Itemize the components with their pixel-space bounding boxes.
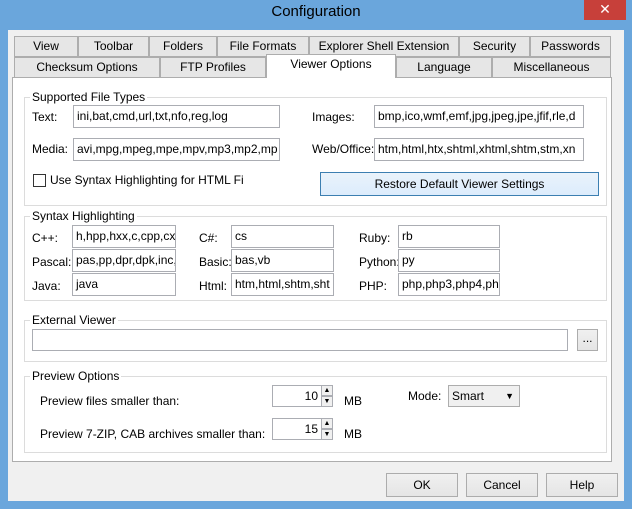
preview-files-label: Preview files smaller than: — [40, 394, 180, 408]
dialog-client: View Toolbar Folders File Formats Explor… — [8, 30, 624, 501]
mb-unit-label: MB — [344, 427, 362, 441]
viewer-options-panel: Supported File Types Text: ini,bat,cmd,u… — [12, 77, 612, 462]
syntax-highlighting-checkbox-label: Use Syntax Highlighting for HTML Fi — [50, 173, 244, 187]
basic-input[interactable]: bas,vb — [231, 249, 334, 272]
group-title: External Viewer — [30, 313, 118, 327]
mode-label: Mode: — [408, 389, 442, 403]
text-label: Text: — [32, 110, 58, 124]
java-input[interactable]: java — [72, 273, 176, 296]
external-viewer-input[interactable] — [32, 329, 568, 351]
php-label: PHP: — [359, 279, 388, 293]
python-label: Python: — [359, 255, 400, 269]
html-input[interactable]: htm,html,shtm,sht — [231, 273, 334, 296]
spin-up-button[interactable]: ▲ — [321, 385, 333, 396]
configuration-dialog: Configuration ✕ View Toolbar Folders Fil… — [0, 0, 632, 509]
python-input[interactable]: py — [398, 249, 500, 272]
mode-select[interactable]: Smart ▼ — [448, 385, 520, 407]
restore-default-viewer-settings-button[interactable]: Restore Default Viewer Settings — [320, 172, 599, 196]
tab-ftp-profiles[interactable]: FTP Profiles — [160, 57, 266, 78]
help-button[interactable]: Help — [546, 473, 618, 497]
spin-up-button[interactable]: ▲ — [321, 418, 333, 429]
preview-archives-size-input[interactable]: 15 — [272, 418, 322, 440]
csharp-input[interactable]: cs — [231, 225, 334, 248]
pascal-label: Pascal: — [32, 255, 72, 269]
spin-down-button[interactable]: ▼ — [321, 429, 333, 440]
web-office-types-input[interactable]: htm,html,htx,shtml,xhtml,shtm,stm,xn — [374, 138, 584, 161]
media-types-input[interactable]: avi,mpg,mpeg,mpe,mpv,mp3,mp2,mp — [73, 138, 280, 161]
tab-security[interactable]: Security — [459, 36, 530, 57]
web-office-label: Web/Office: — [312, 142, 375, 156]
html-label: Html: — [199, 279, 227, 293]
spin-down-button[interactable]: ▼ — [321, 396, 333, 407]
tab-view[interactable]: View — [14, 36, 78, 57]
close-button[interactable]: ✕ — [584, 0, 626, 20]
tab-folders[interactable]: Folders — [149, 36, 217, 57]
tab-passwords[interactable]: Passwords — [530, 36, 611, 57]
chevron-down-icon: ▼ — [505, 391, 514, 401]
pascal-input[interactable]: pas,pp,dpr,dpk,inc, — [72, 249, 176, 272]
tab-toolbar[interactable]: Toolbar — [78, 36, 149, 57]
java-label: Java: — [32, 279, 61, 293]
cancel-button[interactable]: Cancel — [466, 473, 538, 497]
browse-button[interactable]: ... — [577, 329, 598, 351]
ruby-input[interactable]: rb — [398, 225, 500, 248]
group-title: Preview Options — [30, 369, 122, 383]
basic-label: Basic: — [199, 255, 232, 269]
cpp-label: C++: — [32, 231, 59, 245]
mode-value: Smart — [452, 389, 485, 403]
ok-button[interactable]: OK — [386, 473, 458, 497]
csharp-label: C#: — [199, 231, 218, 245]
image-types-input[interactable]: bmp,ico,wmf,emf,jpg,jpeg,jpe,jfif,rle,d — [374, 105, 584, 128]
tab-viewer-options[interactable]: Viewer Options — [266, 54, 396, 78]
text-types-input[interactable]: ini,bat,cmd,url,txt,nfo,reg,log — [73, 105, 280, 128]
group-title: Supported File Types — [30, 90, 148, 104]
preview-archives-label: Preview 7-ZIP, CAB archives smaller than… — [40, 427, 266, 441]
media-label: Media: — [32, 142, 69, 156]
group-title: Syntax Highlighting — [30, 209, 137, 223]
php-input[interactable]: php,php3,php4,ph — [398, 273, 500, 296]
tab-miscellaneous[interactable]: Miscellaneous — [492, 57, 611, 78]
images-label: Images: — [312, 110, 355, 124]
syntax-highlighting-checkbox[interactable] — [33, 174, 46, 187]
tab-checksum-options[interactable]: Checksum Options — [14, 57, 160, 78]
tab-language[interactable]: Language — [396, 57, 492, 78]
window-title: Configuration — [271, 3, 361, 20]
preview-files-size-input[interactable]: 10 — [272, 385, 322, 407]
cpp-input[interactable]: h,hpp,hxx,c,cpp,cxx — [72, 225, 176, 248]
mb-unit-label: MB — [344, 394, 362, 408]
ruby-label: Ruby: — [359, 231, 391, 245]
